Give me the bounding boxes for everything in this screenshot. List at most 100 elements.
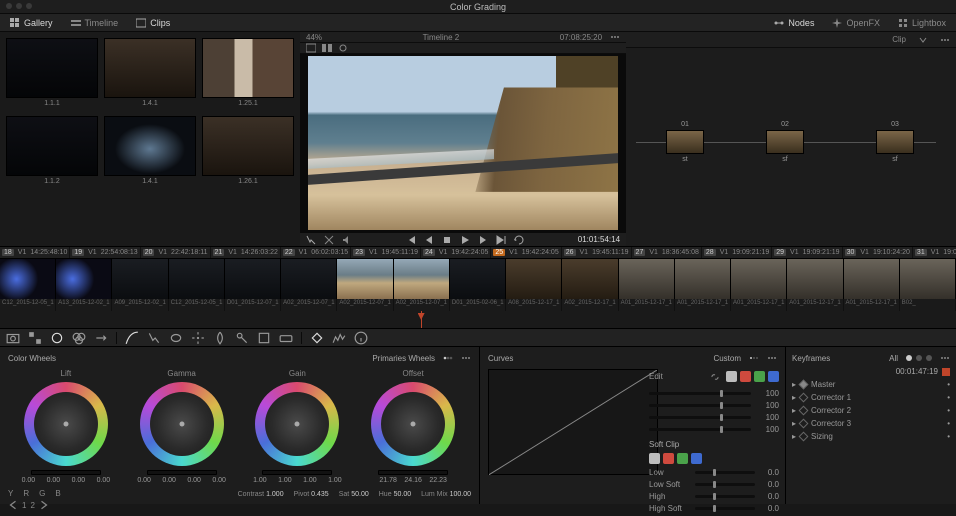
color-node[interactable]: 02sf xyxy=(766,130,804,154)
clip-thumb[interactable] xyxy=(225,259,281,299)
window-icon[interactable] xyxy=(169,331,183,345)
clip-thumb[interactable] xyxy=(619,259,675,299)
kf-mode-icon[interactable] xyxy=(906,355,932,361)
channel-swatch[interactable] xyxy=(740,371,751,382)
viewer-timeline-name[interactable]: Timeline 2 xyxy=(423,33,460,42)
clip-thumb[interactable] xyxy=(675,259,731,299)
softclip-low-soft[interactable]: Low Soft0.0 xyxy=(649,480,779,489)
page-prev-icon[interactable] xyxy=(8,500,18,510)
color-node[interactable]: 01st xyxy=(666,130,704,154)
node-mode[interactable]: Clip xyxy=(892,35,906,44)
still-thumb[interactable]: 1.1.2 xyxy=(6,116,98,176)
key-icon[interactable] xyxy=(235,331,249,345)
clip-header[interactable]: 20V122:42:18:11 xyxy=(141,247,211,258)
clip-header[interactable]: 26V119:45:11:19 xyxy=(562,247,632,258)
kf-diamond-icon[interactable] xyxy=(799,393,809,403)
channel-swatch[interactable] xyxy=(754,371,765,382)
blur-icon[interactable] xyxy=(213,331,227,345)
wheel-readout[interactable]: 1.001.001.001.00 xyxy=(240,477,356,484)
tracker-icon[interactable] xyxy=(191,331,205,345)
split-view-icon[interactable] xyxy=(322,43,332,53)
kf-row[interactable]: ▸ Corrector 3 • xyxy=(792,417,950,430)
clip-strip-thumbs[interactable] xyxy=(0,259,956,299)
softclip-swatch[interactable] xyxy=(649,453,660,464)
clip-header[interactable]: 18V114:25:48:10 xyxy=(0,247,70,258)
sizing-icon[interactable] xyxy=(257,331,271,345)
clip-header[interactable]: 22V106:02:03:15 xyxy=(281,247,351,258)
kf-row[interactable]: ▸ Master • xyxy=(792,378,950,391)
image-wipe-icon[interactable] xyxy=(306,43,316,53)
wheel-readout[interactable]: 0.000.000.000.00 xyxy=(8,477,124,484)
qualifier-picker-icon[interactable] xyxy=(306,235,316,245)
kf-row[interactable]: ▸ Corrector 2 • xyxy=(792,404,950,417)
still-thumb[interactable]: 1.4.1 xyxy=(104,38,196,98)
wheel-mode-dots-icon[interactable] xyxy=(443,353,453,363)
qualifier-icon[interactable] xyxy=(147,331,161,345)
color-wheel[interactable] xyxy=(140,382,224,466)
stereo-3d-icon[interactable] xyxy=(279,331,293,345)
still-thumb[interactable]: 1.25.1 xyxy=(202,38,294,98)
chevron-right-icon[interactable]: ▸ xyxy=(792,406,796,415)
kf-row[interactable]: ▸ Corrector 1 • xyxy=(792,391,950,404)
clip-thumb[interactable] xyxy=(844,259,900,299)
prev-frame-button[interactable] xyxy=(423,234,435,246)
node-editor[interactable]: Clip 01st 02sf 03sf xyxy=(626,32,956,246)
highlight-icon[interactable] xyxy=(338,43,348,53)
kf-diamond-icon[interactable] xyxy=(799,406,809,416)
clips-toggle[interactable]: Clips xyxy=(132,16,174,30)
adjust-sat[interactable]: Sat50.00 xyxy=(339,491,369,498)
timeline-toggle[interactable]: Timeline xyxy=(67,16,123,30)
next-frame-button[interactable] xyxy=(477,234,489,246)
clip-thumb[interactable] xyxy=(900,259,956,299)
master-slider[interactable] xyxy=(378,470,448,475)
openfx-toggle[interactable]: OpenFX xyxy=(828,16,884,30)
still-thumb[interactable]: 1.1.1 xyxy=(6,38,98,98)
softclip-swatch[interactable] xyxy=(677,453,688,464)
yrgb-toggles[interactable]: YRGB xyxy=(8,489,61,498)
motion-effects-icon[interactable] xyxy=(94,331,108,345)
channel-swatches[interactable] xyxy=(726,371,779,382)
clip-thumb[interactable] xyxy=(56,259,112,299)
clip-thumb[interactable] xyxy=(169,259,225,299)
clip-header[interactable]: 24V119:42:24:05 xyxy=(421,247,491,258)
curves-options-icon[interactable] xyxy=(767,353,777,363)
clip-header[interactable]: 19V122:54:08:13 xyxy=(70,247,140,258)
wheels-icon[interactable] xyxy=(50,331,64,345)
chevron-right-icon[interactable]: ▸ xyxy=(792,419,796,428)
info-icon[interactable] xyxy=(354,331,368,345)
channel-swatch[interactable] xyxy=(768,371,779,382)
color-wheel[interactable] xyxy=(255,382,339,466)
wheels-mode[interactable]: Primaries Wheels xyxy=(372,354,435,363)
clip-header[interactable]: 23V119:45:11:19 xyxy=(351,247,421,258)
clip-thumb[interactable] xyxy=(731,259,787,299)
clip-thumb[interactable] xyxy=(562,259,618,299)
softclip-swatch[interactable] xyxy=(691,453,702,464)
loop-button[interactable] xyxy=(513,234,525,246)
page-next-icon[interactable] xyxy=(39,500,49,510)
camera-raw-icon[interactable] xyxy=(6,331,20,345)
clip-thumb[interactable] xyxy=(281,259,337,299)
adjust-contrast[interactable]: Contrast1.000 xyxy=(238,491,284,498)
still-thumb[interactable]: 1.26.1 xyxy=(202,116,294,176)
rgb-mixer-icon[interactable] xyxy=(72,331,86,345)
softclip-low[interactable]: Low0.0 xyxy=(649,468,779,477)
unmix-icon[interactable] xyxy=(324,235,334,245)
clip-header[interactable]: 21V114:26:03:22 xyxy=(211,247,281,258)
curve-editor[interactable] xyxy=(488,369,658,475)
clip-thumb[interactable] xyxy=(394,259,450,299)
wheel-readout[interactable]: 21.7824.1622.23 xyxy=(355,477,471,484)
intensity-row[interactable]: 100 xyxy=(649,401,779,410)
color-wheel[interactable] xyxy=(371,382,455,466)
lightbox-toggle[interactable]: Lightbox xyxy=(894,16,950,30)
kf-row[interactable]: ▸ Sizing • xyxy=(792,430,950,443)
last-frame-button[interactable] xyxy=(495,234,507,246)
master-slider[interactable] xyxy=(147,470,217,475)
clip-header[interactable]: 29V119:09:21:19 xyxy=(772,247,842,258)
viewer-zoom[interactable]: 44% xyxy=(306,33,322,42)
chevron-right-icon[interactable]: ▸ xyxy=(792,432,796,441)
curves-mode-dots-icon[interactable] xyxy=(749,353,759,363)
playhead[interactable] xyxy=(421,311,422,328)
softclip-swatches[interactable] xyxy=(649,453,779,464)
intensity-row[interactable]: 100 xyxy=(649,425,779,434)
keyframes-filter[interactable]: All xyxy=(889,354,898,363)
